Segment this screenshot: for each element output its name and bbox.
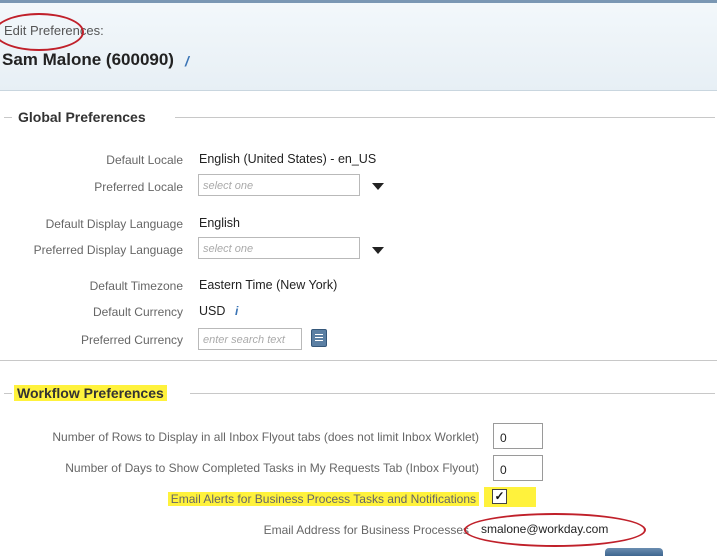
email-alerts-label: Email Alerts for Business Process Tasks … (167, 492, 479, 506)
days-to-show-label: Number of Days to Show Completed Tasks i… (65, 461, 479, 475)
email-address-label: Email Address for Business Processes (263, 523, 469, 537)
workflow-preferences-highlight: Workflow Preferences (14, 385, 167, 401)
email-alerts-checkbox[interactable]: ✓ (492, 489, 507, 504)
section-divider (4, 393, 12, 394)
preferred-currency-label: Preferred Currency (80, 333, 183, 347)
preferred-display-language-label: Preferred Display Language (33, 243, 183, 257)
preferred-currency-search[interactable]: enter search text (198, 328, 302, 350)
top-strip (0, 0, 717, 3)
preferred-display-language-select[interactable]: select one (198, 237, 360, 259)
workflow-preferences-title: Workflow Preferences (14, 385, 167, 401)
global-preferences-title: Global Preferences (18, 109, 146, 125)
annotation-ellipse-edit-label (0, 13, 84, 51)
days-to-show-input[interactable]: 0 (493, 455, 543, 481)
preferred-locale-select[interactable]: select one (198, 174, 360, 196)
preferred-locale-label: Preferred Locale (94, 180, 183, 194)
pencil-icon[interactable]: / (185, 53, 189, 69)
chevron-down-icon[interactable] (372, 247, 384, 254)
section-divider (190, 393, 715, 394)
section-divider (4, 117, 12, 118)
default-currency-value: USD (199, 304, 226, 318)
rows-to-display-input[interactable]: 0 (493, 423, 543, 449)
default-display-language-label: Default Display Language (45, 217, 183, 231)
default-timezone-label: Default Timezone (89, 279, 183, 293)
default-locale-value: English (United States) - en_US (199, 152, 377, 166)
default-timezone-value: Eastern Time (New York) (199, 278, 338, 292)
annotation-ellipse-email (464, 513, 646, 547)
default-display-language-value: English (199, 216, 240, 230)
section-divider (0, 360, 717, 361)
page-header: Edit Preferences: Sam Malone (600090) / (0, 0, 717, 91)
section-divider (175, 117, 715, 118)
default-locale-label: Default Locale (106, 153, 183, 167)
info-icon[interactable]: i (235, 304, 238, 318)
ok-button[interactable] (605, 548, 663, 556)
email-alerts-highlight: Email Alerts for Business Process Tasks … (167, 492, 479, 506)
prompt-list-icon[interactable] (311, 329, 327, 347)
default-currency-label: Default Currency (92, 305, 183, 319)
worker-name: Sam Malone (600090) (2, 50, 174, 69)
rows-to-display-label: Number of Rows to Display in all Inbox F… (52, 430, 479, 444)
chevron-down-icon[interactable] (372, 183, 384, 190)
